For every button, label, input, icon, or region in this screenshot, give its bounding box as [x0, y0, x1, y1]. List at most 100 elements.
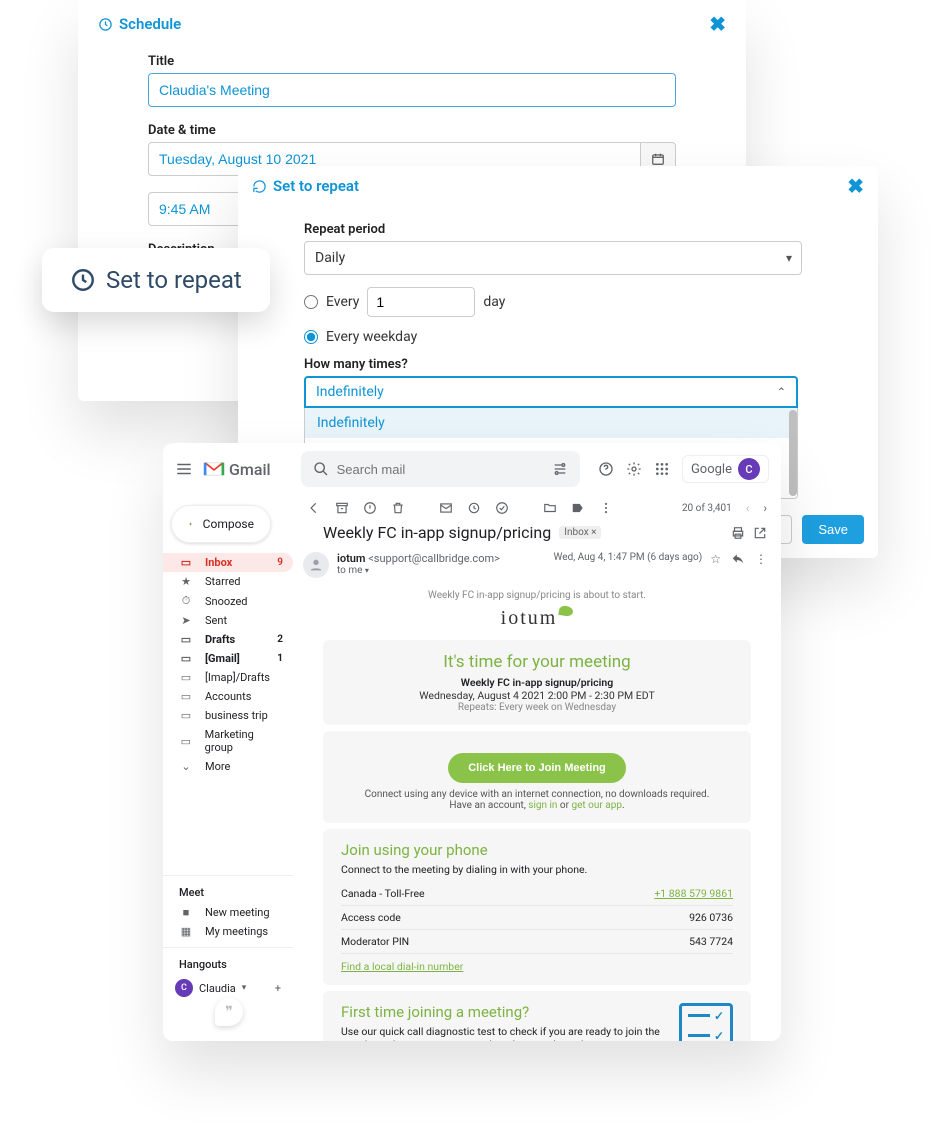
sidebar-item-accounts[interactable]: ▭Accounts — [163, 687, 293, 706]
sidebar-item-sent[interactable]: ➤Sent — [163, 611, 293, 630]
search-input[interactable] — [337, 462, 544, 477]
chevron-down-icon[interactable]: ▾ — [365, 566, 369, 575]
more-icon[interactable]: ⋮ — [755, 552, 767, 566]
sidebar-item-snoozed[interactable]: ⏱Snoozed — [163, 591, 293, 611]
every-count-input[interactable] — [367, 287, 475, 317]
popout-icon[interactable] — [753, 526, 767, 540]
save-button[interactable]: Save — [802, 515, 864, 544]
sidebar-item-inbox[interactable]: ▭Inbox9 — [163, 553, 293, 572]
compose-button[interactable]: Compose — [171, 505, 271, 543]
gmail-toolbar: 20 of 3,401 ‹ › — [293, 495, 781, 521]
phone-card: Join using your phone Connect to the mee… — [323, 829, 751, 985]
folder-icon: ⌄ — [179, 760, 193, 773]
star-icon[interactable]: ☆ — [710, 552, 721, 566]
folder-icon: ➤ — [179, 614, 193, 627]
pagination-text: 20 of 3,401 — [682, 503, 732, 514]
clock-icon — [98, 17, 113, 32]
preheader: Weekly FC in-app signup/pricing is about… — [323, 588, 751, 603]
meeting-name: Weekly FC in-app signup/pricing — [341, 676, 733, 689]
snooze-icon[interactable] — [467, 501, 481, 515]
every-label: Every — [326, 294, 359, 310]
how-many-value: Indefinitely — [316, 384, 384, 400]
find-local-link[interactable]: Find a local dial-in number — [341, 960, 463, 973]
join-meeting-button[interactable]: Click Here to Join Meeting — [448, 753, 626, 783]
sidebar-item-marketing-group[interactable]: ▭Marketing group — [163, 725, 293, 757]
compose-label: Compose — [203, 517, 254, 531]
sidebar-item-more[interactable]: ⌄More — [163, 757, 293, 776]
title-input[interactable] — [148, 73, 676, 107]
mail-icon[interactable] — [439, 501, 453, 515]
gmail-sidebar: Compose ▭Inbox9★Starred⏱Snoozed➤Sent▭Dra… — [163, 495, 293, 1041]
folder-icon: ▭ — [179, 735, 193, 748]
google-account[interactable]: Google C — [682, 455, 769, 483]
sidebar-item-starred[interactable]: ★Starred — [163, 572, 293, 591]
folder-icon: ▭ — [179, 690, 193, 703]
schedule-title: Schedule — [119, 15, 181, 33]
folder-icon: ▭ — [179, 652, 193, 665]
sidebar-item--gmail-[interactable]: ▭[Gmail]1 — [163, 649, 293, 668]
next-icon[interactable]: › — [763, 501, 767, 515]
gmail-main: 20 of 3,401 ‹ › Weekly FC in-app signup/… — [293, 495, 781, 1041]
archive-icon[interactable] — [335, 501, 349, 515]
meet-my[interactable]: ▦My meetings — [163, 922, 293, 941]
email-date: Wed, Aug 4, 1:47 PM (6 days ago) — [554, 552, 703, 563]
get-app-link[interactable]: get our app — [572, 800, 622, 811]
help-icon[interactable] — [598, 461, 614, 477]
gear-icon[interactable] — [626, 461, 642, 477]
datetime-label: Date & time — [148, 123, 676, 138]
apps-icon[interactable] — [654, 461, 670, 477]
set-to-repeat-label: Set to repeat — [106, 266, 242, 294]
google-label: Google — [691, 462, 732, 477]
phone-card-sub: Connect to the meeting by dialing in wit… — [341, 863, 733, 876]
folder-icon: ⏱ — [179, 594, 193, 608]
meet-new[interactable]: ■New meeting — [163, 903, 293, 922]
label-icon[interactable] — [571, 501, 585, 515]
close-icon[interactable]: ✖ — [847, 174, 864, 198]
gmail-logo: Gmail — [203, 460, 271, 479]
repeat-title: Set to repeat — [273, 177, 359, 195]
folder-icon: ★ — [179, 575, 193, 588]
search-icon — [313, 461, 329, 477]
back-icon[interactable] — [307, 501, 321, 515]
task-icon[interactable] — [495, 501, 509, 515]
tollfree-link[interactable]: +1 888 579 9861 — [654, 887, 733, 900]
sidebar-item-drafts[interactable]: ▭Drafts2 — [163, 630, 293, 649]
search-bar[interactable] — [301, 451, 580, 487]
repeat-period-select[interactable]: Daily — [304, 241, 802, 275]
first-time-body: Use our quick call diagnostic test to ch… — [341, 1025, 667, 1041]
calendar-icon — [651, 152, 665, 166]
iotum-logo: iotum — [323, 603, 751, 634]
chevron-up-icon: ⌃ — [777, 386, 786, 399]
sign-in-link[interactable]: sign in — [528, 800, 557, 811]
gmail-brand: Gmail — [229, 460, 271, 479]
checklist-icon: ✓ ✓ — [679, 1003, 733, 1041]
spam-icon[interactable] — [363, 501, 377, 515]
move-icon[interactable] — [543, 501, 557, 515]
plus-icon[interactable]: + — [275, 982, 281, 995]
menu-icon[interactable] — [175, 460, 193, 478]
to-me: to me — [337, 565, 362, 576]
dropdown-option[interactable]: Indefinitely — [305, 408, 797, 438]
folder-icon: ▭ — [179, 709, 193, 722]
hangouts-bubble-icon[interactable]: ❞ — [215, 998, 243, 1026]
every-weekday-radio[interactable] — [304, 330, 318, 344]
how-many-select[interactable]: Indefinitely ⌃ — [304, 376, 798, 408]
inbox-chip[interactable]: Inbox × — [559, 526, 601, 539]
every-radio[interactable] — [304, 295, 318, 309]
prev-icon[interactable]: ‹ — [746, 501, 750, 515]
gmail-window: Gmail Google C Compose — [163, 443, 781, 1041]
sender-avatar — [303, 552, 329, 578]
sender-address: <support@callbridge.com> — [368, 552, 500, 565]
sidebar-item--imap-drafts[interactable]: ▭[Imap]/Drafts — [163, 668, 293, 687]
tune-icon[interactable] — [552, 461, 568, 477]
sidebar-item-business-trip[interactable]: ▭business trip — [163, 706, 293, 725]
phone-card-title: Join using your phone — [341, 841, 733, 859]
print-icon[interactable] — [731, 526, 745, 540]
join-note-1: Connect using any device with an interne… — [341, 789, 733, 800]
title-label: Title — [148, 54, 676, 69]
close-icon[interactable]: ✖ — [709, 12, 726, 36]
more-icon[interactable] — [599, 501, 613, 515]
delete-icon[interactable] — [391, 501, 405, 515]
meet-header: Meet — [163, 882, 293, 903]
reply-icon[interactable] — [731, 552, 745, 566]
